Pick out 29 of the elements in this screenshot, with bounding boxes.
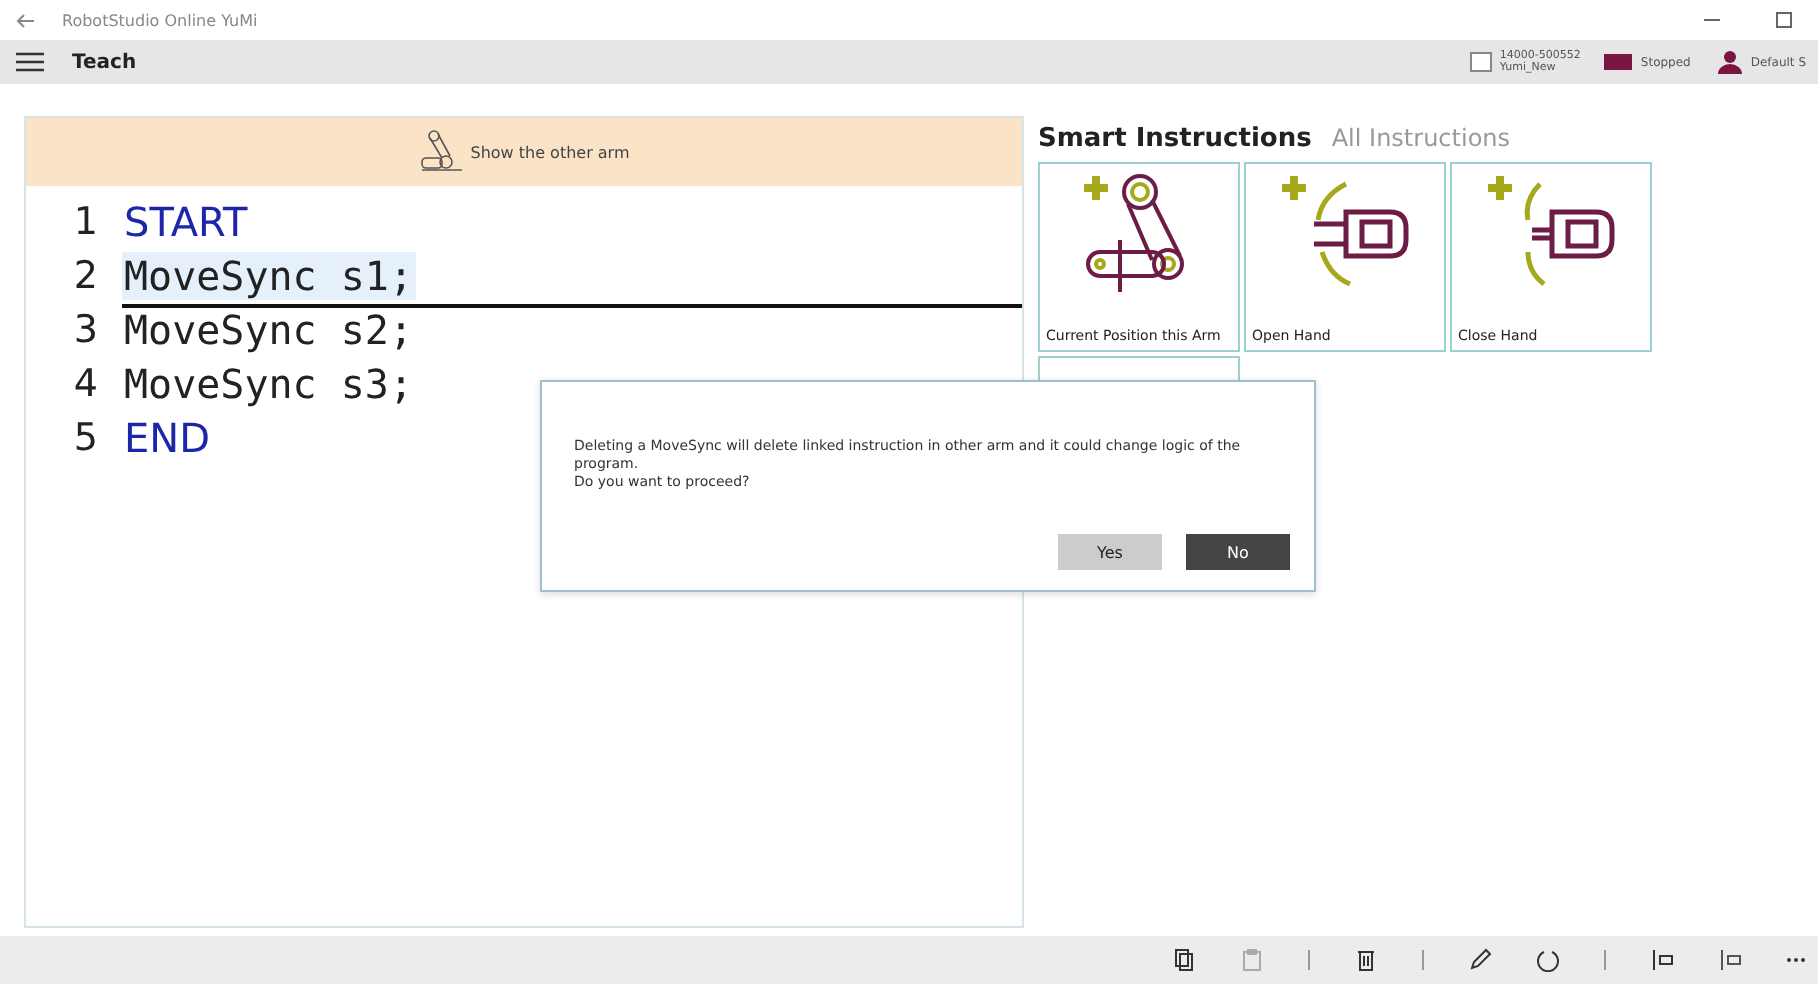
back-arrow-icon[interactable] bbox=[16, 13, 34, 27]
show-other-arm-button[interactable]: Show the other arm bbox=[26, 118, 1022, 186]
code-line[interactable]: END bbox=[122, 413, 212, 461]
window-title: RobotStudio Online YuMi bbox=[62, 11, 258, 29]
insert-after-icon[interactable] bbox=[1718, 948, 1742, 972]
insert-before-icon[interactable] bbox=[1650, 948, 1674, 972]
controller-icon bbox=[1469, 52, 1492, 72]
refresh-icon[interactable] bbox=[1536, 948, 1560, 972]
user-icon[interactable] bbox=[1718, 50, 1743, 74]
stopped-status-icon bbox=[1604, 54, 1633, 70]
code-line[interactable]: MoveSync s3; bbox=[122, 359, 415, 407]
robot-arm-icon bbox=[418, 130, 467, 174]
menu-icon[interactable] bbox=[16, 52, 44, 72]
edit-icon[interactable] bbox=[1468, 948, 1492, 972]
line-number: 3 bbox=[71, 307, 100, 351]
line-number: 1 bbox=[71, 199, 100, 243]
no-button[interactable]: No bbox=[1186, 534, 1290, 570]
code-line[interactable]: START bbox=[122, 197, 250, 245]
line-number: 4 bbox=[71, 361, 100, 405]
copy-icon[interactable] bbox=[1172, 948, 1196, 972]
line-number: 2 bbox=[71, 253, 100, 297]
restore-icon[interactable] bbox=[1774, 10, 1794, 30]
more-icon[interactable] bbox=[1786, 956, 1806, 964]
yes-button[interactable]: Yes bbox=[1058, 534, 1162, 570]
code-line[interactable]: MoveSync s2; bbox=[122, 305, 415, 353]
line-number: 5 bbox=[71, 415, 100, 459]
instruction-tab[interactable]: Smart Instructions bbox=[1038, 124, 1312, 154]
delete-icon[interactable] bbox=[1354, 948, 1378, 972]
page-title: Teach bbox=[72, 51, 137, 73]
